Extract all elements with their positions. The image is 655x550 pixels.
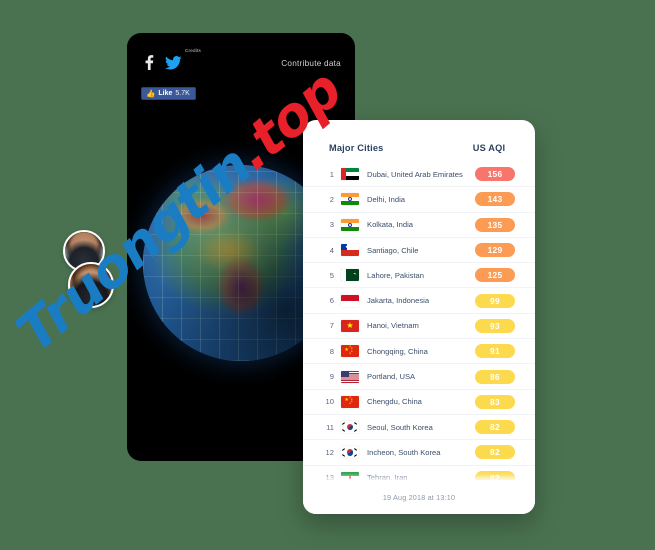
card-header: Major Cities US AQI — [303, 120, 535, 162]
row-rank: 1 — [329, 169, 334, 179]
row-city-name: Portland, USA — [367, 372, 416, 382]
flag-ae-icon — [341, 168, 359, 181]
row-city-name: Jakarta, Indonesia — [367, 296, 430, 306]
table-row[interactable]: 9 Portland, USA 86 — [303, 364, 535, 390]
table-row[interactable]: 6 Jakarta, Indonesia 99 — [303, 288, 535, 314]
flag-kr-icon — [341, 446, 359, 459]
flag-pk-icon — [341, 269, 359, 282]
row-city-name: Kolkata, India — [367, 220, 414, 230]
table-row[interactable]: 1 Dubai, United Arab Emirates 156 — [303, 162, 535, 188]
flag-cn-icon: ★ ★ ★ ★ ★ — [341, 345, 359, 358]
aqi-badge: 91 — [475, 344, 515, 359]
flag-in-icon — [341, 218, 359, 231]
avatar-person-2[interactable] — [68, 262, 114, 308]
row-city-name: Seoul, South Korea — [367, 422, 433, 432]
aqi-badge: 83 — [475, 394, 515, 409]
credits-label[interactable]: Credits — [185, 48, 201, 53]
like-label: Like — [158, 90, 173, 97]
flag-kr-icon — [341, 421, 359, 434]
twitter-icon[interactable] — [165, 55, 182, 70]
row-rank: 9 — [329, 372, 334, 382]
row-city-name: Santiago, Chile — [367, 245, 419, 255]
social-share-group — [145, 55, 182, 70]
row-city-name: Incheon, South Korea — [367, 447, 441, 457]
column-header-cities: Major Cities — [329, 143, 384, 153]
row-rank: 12 — [325, 447, 334, 457]
row-rank: 10 — [325, 397, 334, 407]
aqi-badge: 125 — [475, 268, 515, 283]
row-rank: 3 — [329, 220, 334, 230]
aqi-badge: 129 — [475, 243, 515, 258]
aqi-badge: 156 — [475, 167, 515, 182]
table-row[interactable]: 11 Seoul, South Korea 82 — [303, 415, 535, 441]
like-count: 5.7K — [175, 90, 190, 97]
flag-cl-icon — [341, 244, 359, 257]
aqi-badge: 82 — [475, 445, 515, 460]
card-footer: 19 Aug 2018 at 13:10 — [303, 480, 535, 514]
last-updated-timestamp: 19 Aug 2018 at 13:10 — [382, 492, 456, 502]
row-city-name: Delhi, India — [367, 194, 405, 204]
row-city-name: Lahore, Pakistan — [367, 270, 424, 280]
row-rank: 4 — [329, 245, 334, 255]
table-row[interactable]: 12 Incheon, South Korea 82 — [303, 440, 535, 466]
row-rank: 2 — [329, 194, 334, 204]
aqi-badge: 99 — [475, 293, 515, 308]
row-rank: 8 — [329, 346, 334, 356]
facebook-icon[interactable] — [145, 55, 154, 70]
contribute-data-link[interactable]: Contribute data — [281, 59, 341, 68]
flag-cn-icon: ★ ★ ★ ★ ★ — [341, 395, 359, 408]
row-city-name: Chengdu, China — [367, 397, 422, 407]
flag-in-icon — [341, 193, 359, 206]
row-rank: 5 — [329, 270, 334, 280]
row-city-name: Hanoi, Vietnam — [367, 321, 419, 331]
flag-us-icon — [341, 370, 359, 383]
aqi-badge: 143 — [475, 192, 515, 207]
row-rank: 6 — [329, 296, 334, 306]
row-rank: 7 — [329, 321, 334, 331]
tablet-topbar: Credits Contribute data — [127, 33, 355, 85]
avatar-photo — [70, 264, 112, 306]
flag-vn-icon: ★ — [341, 319, 359, 332]
table-row[interactable]: 4 Santiago, Chile 129 — [303, 238, 535, 264]
screenshot-root: Credits Contribute data 👍 Like 5.7K Majo… — [0, 0, 655, 550]
table-row[interactable]: 3 Kolkata, India 135 — [303, 213, 535, 238]
city-ranking-list[interactable]: 1 Dubai, United Arab Emirates 156 2 Delhi, I… — [303, 162, 535, 484]
row-city-name: Chongqing, China — [367, 346, 428, 356]
row-rank: 11 — [326, 422, 334, 432]
thumbs-up-icon: 👍 — [146, 88, 156, 98]
row-city-name: Dubai, United Arab Emirates — [367, 169, 463, 179]
table-row[interactable]: 5 Lahore, Pakistan 125 — [303, 263, 535, 289]
table-row[interactable]: 8 ★ ★ ★ ★ ★ Chongqing, China 91 — [303, 339, 535, 365]
aqi-badge: 93 — [475, 318, 515, 333]
major-cities-ranking-card: Major Cities US AQI 1 Dubai, United Arab … — [303, 120, 535, 514]
facebook-like-button[interactable]: 👍 Like 5.7K — [141, 87, 196, 100]
table-row[interactable]: 2 Delhi, India 143 — [303, 187, 535, 213]
aqi-badge: 86 — [475, 369, 515, 384]
aqi-badge: 135 — [475, 217, 515, 232]
table-row[interactable]: 7 ★ Hanoi, Vietnam 93 — [303, 314, 535, 340]
column-header-aqi: US AQI — [472, 143, 506, 153]
flag-id-icon — [341, 294, 359, 307]
aqi-badge: 82 — [475, 420, 515, 435]
table-row[interactable]: 10 ★ ★ ★ ★ ★ Chengdu, China 83 — [303, 390, 535, 415]
